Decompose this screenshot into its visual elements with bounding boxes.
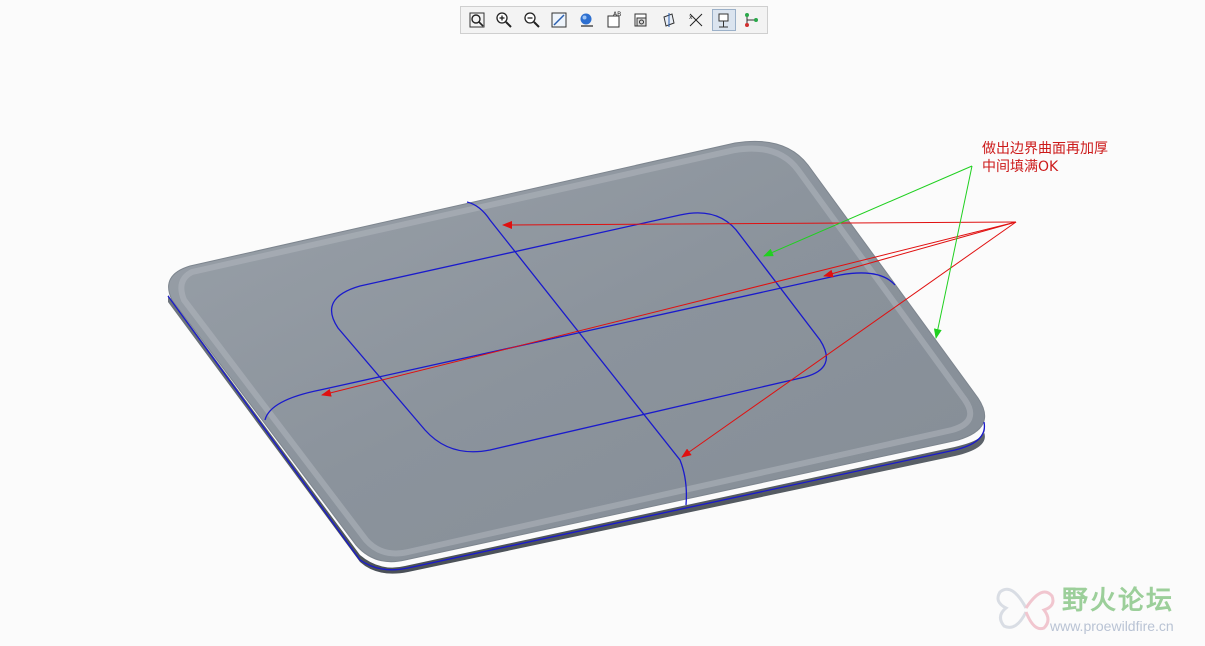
zoom-out-button[interactable] <box>520 9 543 31</box>
annotation-line-2: 中间填满OK <box>982 159 1059 175</box>
view-toolbar: AB x <box>460 6 768 34</box>
datum-points-icon <box>718 13 729 28</box>
watermark-url: www.proewildfire.cn <box>1050 618 1174 634</box>
datum-axes-icon: x <box>689 13 703 27</box>
zoom-out-icon <box>523 12 540 28</box>
svg-text:AB: AB <box>613 11 621 18</box>
layers-button[interactable] <box>630 9 653 31</box>
coordinate-systems-icon <box>745 13 759 27</box>
repaint-icon <box>551 12 567 28</box>
refit-view-button[interactable] <box>465 9 488 31</box>
zoom-in-icon <box>496 12 512 28</box>
model-viewport[interactable] <box>0 0 1205 646</box>
display-style-button[interactable] <box>575 9 598 31</box>
cad-window: AB x 做出边界曲面再加厚 中间填满OK 野火论坛 www.proewildf… <box>0 0 1205 646</box>
datum-planes-button[interactable] <box>657 9 680 31</box>
annotation-note: 做出边界曲面再加厚 中间填满OK <box>982 140 1108 176</box>
datum-axes-button[interactable]: x <box>685 9 708 31</box>
display-style-icon <box>580 13 593 27</box>
zoom-in-button[interactable] <box>492 9 515 31</box>
coordinate-systems-button[interactable] <box>740 9 763 31</box>
annotation-line-1: 做出边界曲面再加厚 <box>982 141 1108 157</box>
forum-watermark: 野火论坛 www.proewildfire.cn <box>992 578 1198 640</box>
refit-view-icon <box>469 12 485 28</box>
svg-text:x: x <box>689 14 693 21</box>
layers-icon <box>634 13 647 27</box>
repaint-button[interactable] <box>547 9 570 31</box>
saved-views-button[interactable]: AB <box>602 9 625 31</box>
watermark-title: 野火论坛 <box>1062 586 1175 616</box>
butterfly-logo-icon <box>996 587 1055 631</box>
part-top-face <box>168 140 986 563</box>
saved-views-icon: AB <box>607 11 621 28</box>
datum-points-button[interactable] <box>712 9 736 31</box>
datum-planes-icon <box>663 13 675 27</box>
